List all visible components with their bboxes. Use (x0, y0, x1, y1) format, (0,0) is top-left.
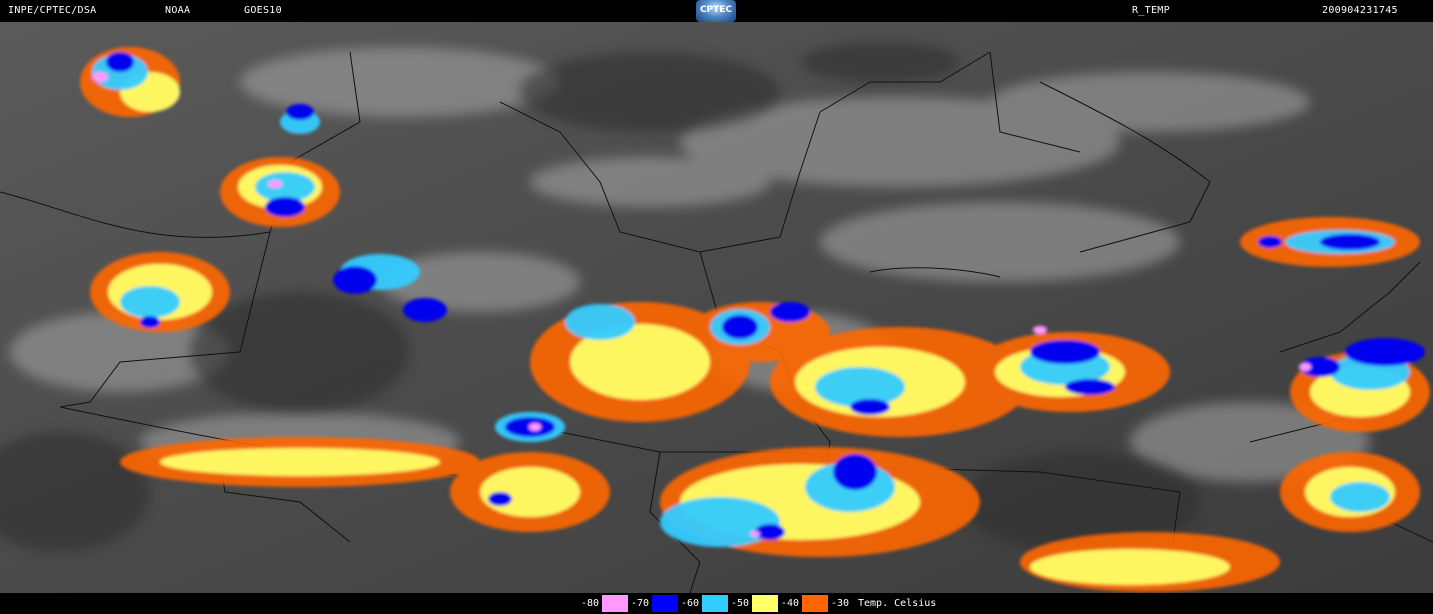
legend-level-label: -50 (728, 595, 752, 612)
legend-swatch (802, 595, 828, 612)
header-bar: INPE/CPTEC/DSA NOAA GOES10 CPTEC R_TEMP … (0, 0, 1433, 22)
legend-level-label: -30 (828, 595, 852, 612)
satellite-label: GOES10 (244, 5, 282, 16)
legend-title: Temp. Celsius (858, 598, 937, 609)
timestamp-label: 200904231745 (1322, 5, 1398, 16)
product-label: R_TEMP (1132, 5, 1170, 16)
legend-swatch (702, 595, 728, 612)
legend-swatch (602, 595, 628, 612)
legend-swatch (652, 595, 678, 612)
legend-level-label: -60 (678, 595, 702, 612)
agency-label: INPE/CPTEC/DSA (8, 5, 97, 16)
legend-level-label: -70 (628, 595, 652, 612)
map-canvas (0, 22, 1433, 593)
legend-level-label: -80 (578, 595, 602, 612)
cptec-logo-icon: CPTEC (696, 0, 736, 22)
satellite-map (0, 22, 1433, 593)
provider-label: NOAA (165, 5, 191, 16)
legend-level-label: -40 (778, 595, 802, 612)
legend-swatch (752, 595, 778, 612)
satellite-image-frame: INPE/CPTEC/DSA NOAA GOES10 CPTEC R_TEMP … (0, 0, 1433, 614)
temperature-legend: -80 -70 -60 -50 -40 -30 Temp. Celsius (578, 595, 936, 612)
